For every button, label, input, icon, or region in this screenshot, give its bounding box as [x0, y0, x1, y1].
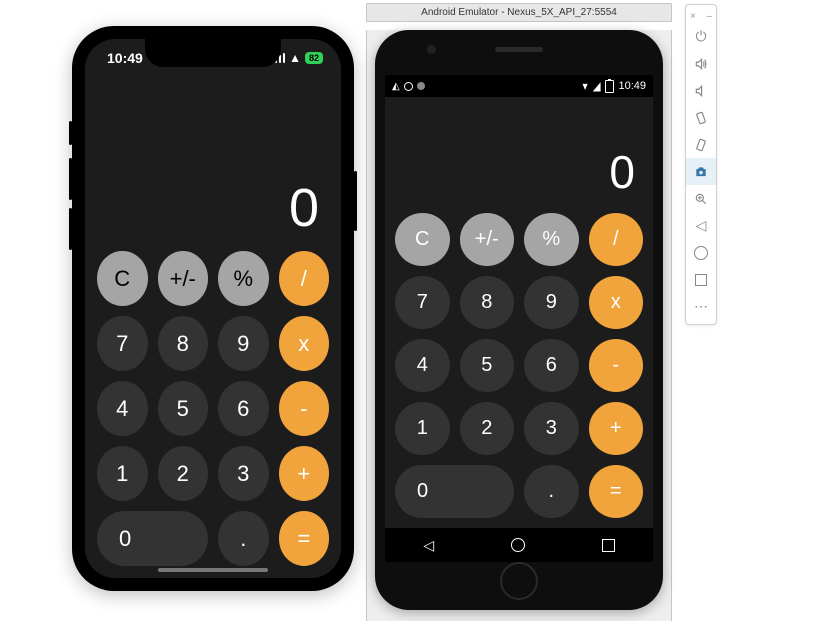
iphone-device: 10:49 ▲︎ 82 0 C +/- % / 7 8 9 x [72, 26, 354, 591]
power-icon[interactable]: ⏻ [686, 23, 716, 50]
digit-2-button[interactable]: 2 [460, 402, 515, 455]
android-clock: 10:49 [618, 80, 646, 92]
divide-button[interactable]: / [589, 213, 644, 266]
zoom-in-icon[interactable] [686, 185, 716, 212]
digit-7-button[interactable]: 7 [395, 276, 450, 329]
front-camera-icon [427, 45, 436, 54]
volume-down-icon[interactable] [686, 77, 716, 104]
digit-9-button[interactable]: 9 [218, 316, 269, 371]
iphone-mute-switch [69, 121, 72, 145]
percent-button[interactable]: % [218, 251, 269, 306]
more-icon[interactable]: ⋯ [686, 293, 716, 320]
multiply-button[interactable]: x [589, 276, 644, 329]
android-screen: ◭ ▾ ◢ 10:49 0 [385, 75, 653, 562]
ios-clock: 10:49 [107, 50, 143, 66]
plus-button[interactable]: + [279, 446, 330, 501]
iphone-screen: 10:49 ▲︎ 82 0 C +/- % / 7 8 9 x [85, 39, 341, 578]
decimal-button[interactable]: . [218, 511, 269, 566]
digit-9-button[interactable]: 9 [524, 276, 579, 329]
digit-7-button[interactable]: 7 [97, 316, 148, 371]
sign-button[interactable]: +/- [460, 213, 515, 266]
wifi-icon: ▾ [583, 80, 588, 92]
decimal-button[interactable]: . [524, 465, 579, 518]
battery-icon [605, 80, 614, 93]
rotate-right-icon[interactable] [686, 131, 716, 158]
battery-icon: 82 [305, 52, 323, 64]
digit-1-button[interactable]: 1 [395, 402, 450, 455]
digit-6-button[interactable]: 6 [218, 381, 269, 436]
divide-button[interactable]: / [279, 251, 330, 306]
iphone-volume-up [69, 158, 72, 200]
digit-3-button[interactable]: 3 [218, 446, 269, 501]
digit-2-button[interactable]: 2 [158, 446, 209, 501]
calc-keypad: C +/- % / 7 8 9 x 4 5 6 - 1 2 3 + 0 [85, 239, 341, 578]
iphone-notch [145, 39, 281, 67]
android-status-bar: ◭ ▾ ◢ 10:49 [385, 75, 653, 97]
calc-keypad: C +/- % / 7 8 9 x 4 5 6 - 1 [385, 203, 653, 528]
digit-5-button[interactable]: 5 [158, 381, 209, 436]
android-emulator-window: Android Emulator - Nexus_5X_API_27:5554 … [366, 3, 672, 621]
emulator-toolbar: × – ⏻ ◁ ⋯ [685, 4, 717, 325]
cellular-signal-icon: ◢ [593, 80, 601, 92]
digit-0-button[interactable]: 0 [395, 465, 514, 518]
clear-button[interactable]: C [97, 251, 148, 306]
nav-home-button[interactable] [511, 538, 525, 552]
volume-up-icon[interactable] [686, 50, 716, 77]
close-icon[interactable]: × [690, 11, 696, 19]
ios-calculator-app: 0 C +/- % / 7 8 9 x 4 5 6 - 1 2 3 [85, 181, 341, 578]
percent-button[interactable]: % [524, 213, 579, 266]
digit-4-button[interactable]: 4 [97, 381, 148, 436]
pixel-home-ring [375, 562, 663, 600]
digit-4-button[interactable]: 4 [395, 339, 450, 392]
android-calculator-app: 0 C +/- % / 7 8 9 x 4 5 6 [385, 97, 653, 528]
plus-button[interactable]: + [589, 402, 644, 455]
digit-8-button[interactable]: 8 [158, 316, 209, 371]
emulator-title-bar[interactable]: Android Emulator - Nexus_5X_API_27:5554 [366, 3, 672, 22]
digit-5-button[interactable]: 5 [460, 339, 515, 392]
digit-1-button[interactable]: 1 [97, 446, 148, 501]
digit-6-button[interactable]: 6 [524, 339, 579, 392]
calc-display: 0 [85, 181, 341, 239]
nav-back-button[interactable]: ◁ [423, 537, 434, 554]
earpiece-speaker [495, 47, 543, 52]
digit-0-button[interactable]: 0 [97, 511, 208, 566]
iphone-power-button [354, 171, 357, 231]
iphone-volume-down [69, 208, 72, 250]
sign-button[interactable]: +/- [158, 251, 209, 306]
android-nav-bar: ◁ [385, 528, 653, 562]
calc-display: 0 [385, 97, 653, 203]
pixel-device: ◭ ▾ ◢ 10:49 0 [375, 30, 663, 610]
digit-3-button[interactable]: 3 [524, 402, 579, 455]
wifi-icon: ▲︎ [289, 51, 301, 65]
minus-button[interactable]: - [279, 381, 330, 436]
equals-button[interactable]: = [589, 465, 644, 518]
camera-icon[interactable] [686, 158, 716, 185]
window-controls: × – [686, 9, 716, 23]
home-icon[interactable] [686, 239, 716, 266]
digit-8-button[interactable]: 8 [460, 276, 515, 329]
clear-button[interactable]: C [395, 213, 450, 266]
nav-overview-button[interactable] [602, 539, 615, 552]
minus-button[interactable]: - [589, 339, 644, 392]
expo-icon: ◭ [392, 81, 400, 92]
back-icon[interactable]: ◁ [686, 212, 716, 239]
ios-home-indicator[interactable] [158, 568, 268, 572]
overview-icon[interactable] [686, 266, 716, 293]
minimize-icon[interactable]: – [706, 11, 712, 19]
status-dot-icon [417, 82, 425, 90]
rotate-left-icon[interactable] [686, 104, 716, 131]
equals-button[interactable]: = [279, 511, 330, 566]
status-circle-icon [404, 82, 413, 91]
multiply-button[interactable]: x [279, 316, 330, 371]
